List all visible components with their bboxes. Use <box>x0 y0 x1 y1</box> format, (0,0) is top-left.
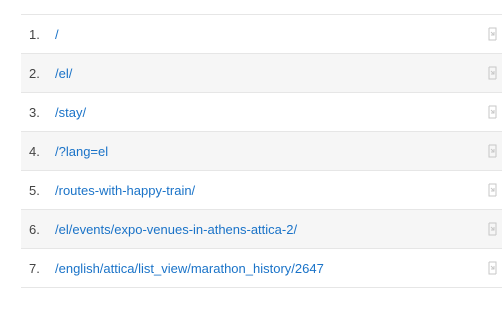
page-path-link[interactable]: /el/ <box>55 66 502 81</box>
open-link-icon[interactable] <box>487 66 498 80</box>
page-path-link[interactable]: /el/events/expo-venues-in-athens-attica-… <box>55 222 502 237</box>
row-rank: 5. <box>29 182 40 198</box>
row-rank: 1. <box>29 26 40 42</box>
open-link-icon[interactable] <box>487 183 498 197</box>
list-item: 4. /?lang=el <box>21 132 502 171</box>
list-item: 6. /el/events/expo-venues-in-athens-atti… <box>21 210 502 249</box>
list-item: 2. /el/ <box>21 54 502 93</box>
row-rank: 7. <box>29 260 40 276</box>
open-link-icon[interactable] <box>487 105 498 119</box>
row-rank: 2. <box>29 65 40 81</box>
page-path-link[interactable]: /stay/ <box>55 105 502 120</box>
list-item: 7. /english/attica/list_view/marathon_hi… <box>21 249 502 287</box>
page-path-list: 1. / 2. /el/ 3. /stay/ 4. /?lang=el 5. /… <box>21 14 502 288</box>
open-link-icon[interactable] <box>487 222 498 236</box>
row-rank: 4. <box>29 143 40 159</box>
row-rank: 6. <box>29 221 40 237</box>
open-link-icon[interactable] <box>487 261 498 275</box>
list-item: 1. / <box>21 15 502 54</box>
page-path-link[interactable]: / <box>55 27 502 42</box>
page-path-link[interactable]: /routes-with-happy-train/ <box>55 183 502 198</box>
page: 1. / 2. /el/ 3. /stay/ 4. /?lang=el 5. /… <box>0 0 502 322</box>
list-item: 5. /routes-with-happy-train/ <box>21 171 502 210</box>
page-path-link[interactable]: /?lang=el <box>55 144 502 159</box>
row-rank: 3. <box>29 104 40 120</box>
open-link-icon[interactable] <box>487 144 498 158</box>
open-link-icon[interactable] <box>487 27 498 41</box>
page-path-link[interactable]: /english/attica/list_view/marathon_histo… <box>55 261 502 276</box>
list-item: 3. /stay/ <box>21 93 502 132</box>
